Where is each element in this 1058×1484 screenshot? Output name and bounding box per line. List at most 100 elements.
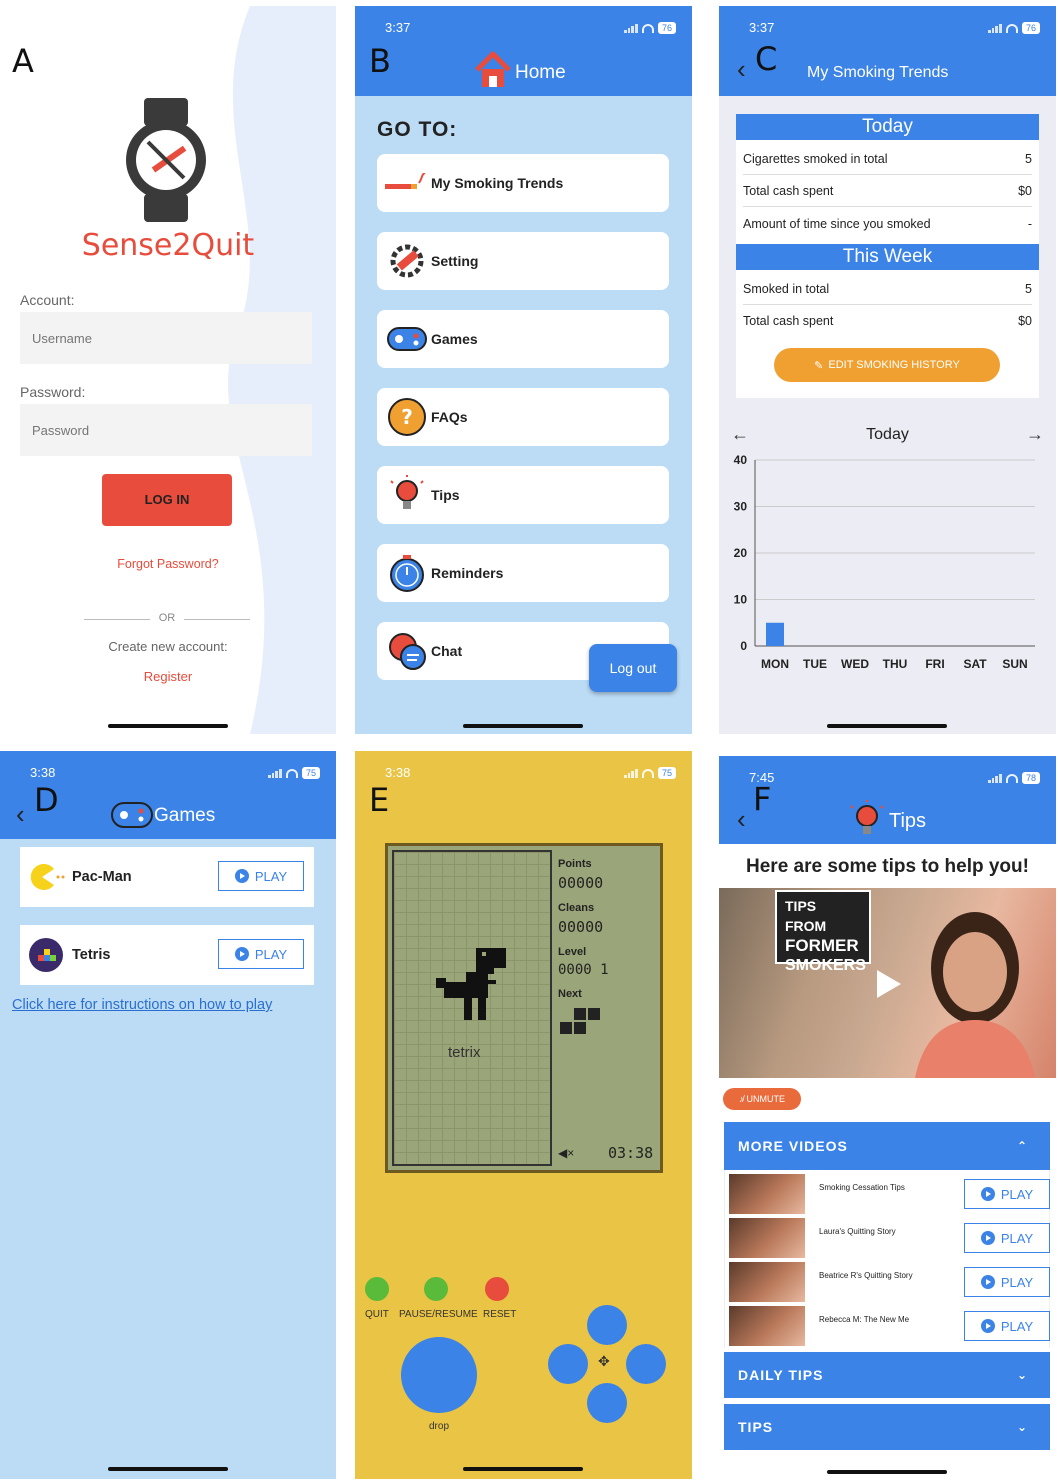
wrench-gear-icon [385, 239, 429, 283]
today-row-cigarettes: Cigarettes smoked in total 5 [743, 152, 1032, 175]
dpad-up-button[interactable] [587, 1305, 627, 1345]
dpad-right-button[interactable] [626, 1344, 666, 1384]
banner-line: SMOKERS [785, 957, 866, 974]
register-link[interactable]: Register [0, 669, 336, 684]
back-button[interactable]: ‹ [737, 54, 746, 85]
game-name: Tetris [72, 947, 111, 963]
menu-item-games[interactable]: Games [377, 310, 669, 368]
dpad-down-button[interactable] [587, 1383, 627, 1423]
x-tick-label: TUE [803, 657, 827, 671]
video-thumbnail[interactable] [729, 1306, 805, 1346]
mute-icon[interactable]: ◀× [558, 1146, 574, 1160]
menu-item-faqs[interactable]: ? FAQs [377, 388, 669, 446]
home-indicator [108, 724, 228, 728]
y-tick-label: 0 [740, 639, 747, 653]
chevron-down-icon: ⌄ [1016, 1420, 1028, 1434]
y-tick-label: 40 [734, 453, 748, 467]
dpad-left-button[interactable] [548, 1344, 588, 1384]
panel-c-smoking-trends: 3:37 76 ‹ C My Smoking Trends Today Ciga… [719, 6, 1056, 734]
edit-history-button[interactable]: ✎ EDIT SMOKING HISTORY [774, 348, 1000, 382]
home-indicator [463, 1467, 583, 1471]
play-button[interactable]: PLAY [964, 1223, 1050, 1253]
row-value: $0 [1018, 314, 1032, 328]
account-label: Account: [20, 292, 75, 308]
row-label: Smoked in total [743, 282, 830, 296]
level-label: Level [558, 946, 587, 958]
play-icon[interactable] [875, 968, 903, 1000]
battery-icon: 75 [301, 767, 320, 779]
drop-button[interactable] [401, 1337, 477, 1413]
instructions-link[interactable]: Click here for instructions on how to pl… [12, 997, 272, 1013]
video-thumbnail[interactable] [729, 1174, 805, 1214]
battery-icon: 76 [1021, 22, 1040, 34]
cigarette-icon [385, 161, 429, 205]
video-row: Laura's Quitting Story PLAY [729, 1218, 1050, 1260]
today-header: Today [736, 114, 1039, 140]
game-screen: tetrix Points 00000 Cleans 00000 Level 0… [385, 843, 663, 1173]
play-button[interactable]: PLAY [218, 939, 304, 969]
forgot-password-link[interactable]: Forgot Password? [0, 557, 336, 571]
pause-resume-button[interactable] [424, 1277, 448, 1301]
status-icons: 78 [987, 772, 1040, 784]
menu-item-label: My Smoking Trends [431, 175, 564, 191]
more-videos-accordion[interactable]: MORE VIDEOS ⌃ [724, 1122, 1050, 1170]
battery-icon: 78 [1021, 772, 1040, 784]
page-title: My Smoking Trends [807, 64, 949, 81]
y-tick-label: 20 [734, 546, 748, 560]
page-title: Tips [889, 810, 927, 832]
video-thumbnail[interactable] [729, 1262, 805, 1302]
menu-item-tips[interactable]: Tips [377, 466, 669, 524]
play-button[interactable]: PLAY [964, 1267, 1050, 1297]
video-thumbnail[interactable] [729, 1218, 805, 1258]
menu-item-setting[interactable]: Setting [377, 232, 669, 290]
play-icon [234, 869, 249, 883]
play-icon [980, 1319, 995, 1333]
page-title: Home [515, 62, 566, 83]
video-player[interactable]: TIPS FROM FORMER SMOKERS [719, 888, 1056, 1078]
accordion-label: DAILY TIPS [738, 1367, 824, 1383]
panel-d-games: 3:38 75 ‹ D Games Pac-Man PLAY Tetris PL… [0, 751, 336, 1479]
panel-letter: C [755, 40, 778, 78]
daily-tips-accordion[interactable]: DAILY TIPS ⌄ [724, 1352, 1050, 1398]
menu-item-smoking-trends[interactable]: My Smoking Trends [377, 154, 669, 212]
login-button[interactable]: LOG IN [102, 474, 232, 526]
menu-item-label: Chat [431, 643, 463, 659]
status-icons: 76 [623, 22, 676, 34]
unmute-button[interactable]: ♪̸ UNMUTE [723, 1088, 801, 1110]
reset-button[interactable] [485, 1277, 509, 1301]
wifi-icon [1005, 773, 1018, 783]
today-row-cash: Total cash spent $0 [743, 184, 1032, 207]
signal-icon [987, 773, 1002, 783]
menu-item-label: Tips [431, 487, 460, 503]
y-tick-label: 10 [734, 593, 748, 607]
x-tick-label: FRI [925, 657, 944, 671]
signal-icon [623, 23, 638, 33]
quit-button[interactable] [365, 1277, 389, 1301]
unmute-label: UNMUTE [746, 1094, 786, 1104]
gamepad-icon [111, 802, 153, 828]
username-input[interactable] [20, 312, 312, 364]
play-button[interactable]: PLAY [964, 1311, 1050, 1341]
logout-button[interactable]: Log out [589, 644, 677, 692]
password-input[interactable] [20, 404, 312, 456]
accordion-label: MORE VIDEOS [738, 1138, 848, 1154]
menu-item-reminders[interactable]: Reminders [377, 544, 669, 602]
weekly-bar-chart: 0 10 20 30 40 MON TUE WED THU FRI SAT SUN [734, 453, 1035, 671]
back-button[interactable]: ‹ [16, 799, 25, 830]
goto-label: GO TO: [377, 118, 458, 141]
play-button[interactable]: PLAY [218, 861, 304, 891]
panel-letter: E [369, 781, 390, 819]
chevron-down-icon: ⌄ [1016, 1368, 1028, 1382]
row-label: Amount of time since you smoked [743, 217, 931, 231]
home-indicator [463, 724, 583, 728]
play-button[interactable]: PLAY [964, 1179, 1050, 1209]
play-label: PLAY [1000, 1230, 1034, 1246]
video-title: Smoking Cessation Tips [819, 1183, 905, 1192]
play-label: PLAY [1000, 1274, 1034, 1290]
stopwatch-icon [385, 551, 429, 595]
quit-label: QUIT [365, 1309, 389, 1320]
tips-accordion[interactable]: TIPS ⌄ [724, 1404, 1050, 1450]
svg-text:?: ? [401, 405, 413, 429]
back-button[interactable]: ‹ [737, 804, 746, 835]
play-icon [234, 947, 249, 961]
